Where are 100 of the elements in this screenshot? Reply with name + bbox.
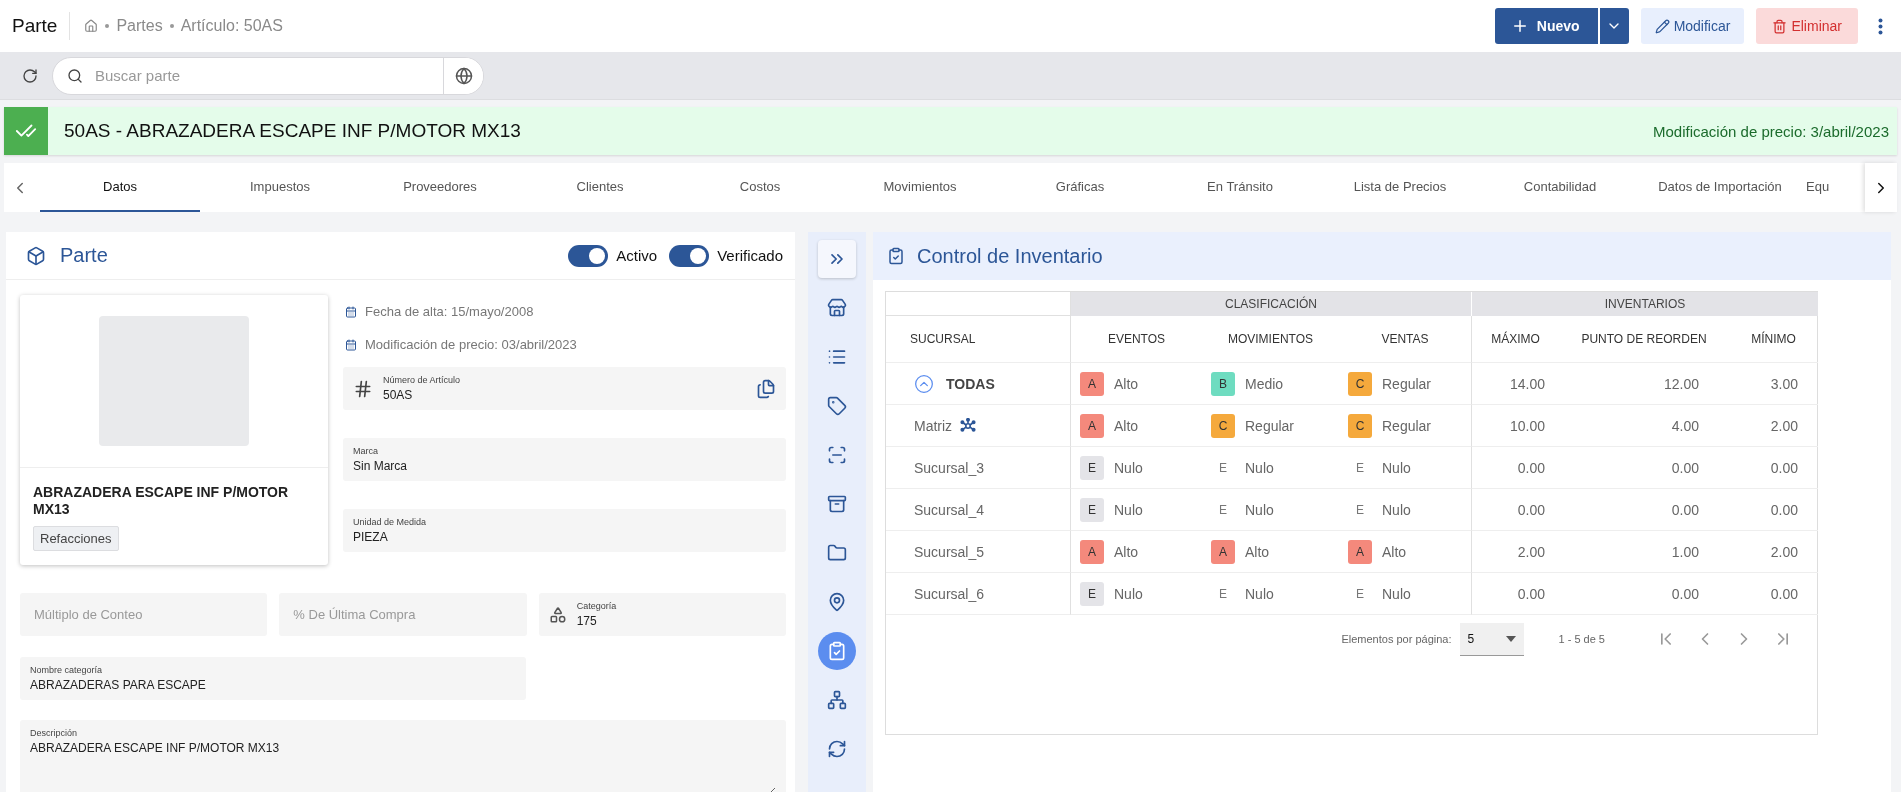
- class-label: Nulo: [1245, 501, 1274, 518]
- text-field[interactable]: Categoría 175: [538, 593, 786, 636]
- text-field[interactable]: Marca Sin Marca: [343, 438, 786, 481]
- tab[interactable]: Proveedores: [360, 163, 520, 212]
- input-field[interactable]: % De Última Compra: [279, 593, 527, 636]
- store-icon: [827, 298, 847, 318]
- double-chevron-button[interactable]: [818, 240, 856, 278]
- table-cell: 12.00: [1559, 363, 1729, 405]
- class-letter: E: [1355, 585, 1365, 603]
- search-input[interactable]: Buscar parte: [93, 66, 443, 85]
- table-cell: 0.00: [1559, 573, 1729, 615]
- scan-icon: [827, 445, 847, 465]
- globe-search-button[interactable]: [443, 57, 483, 94]
- class-label: Nulo: [1382, 585, 1411, 602]
- class-label: Medio: [1245, 375, 1284, 392]
- home-icon[interactable]: [84, 19, 99, 33]
- class-label: Alto: [1382, 543, 1407, 560]
- dropdown-button[interactable]: [1599, 8, 1629, 44]
- table-cell: 0.00: [1729, 447, 1818, 489]
- class-letter: E: [1218, 459, 1228, 477]
- class-label: Nulo: [1382, 501, 1411, 518]
- class-badge: C: [1348, 413, 1372, 438]
- tab[interactable]: Costos: [680, 163, 840, 212]
- class-label: Nulo: [1114, 459, 1143, 476]
- tab[interactable]: En Tránsito: [1160, 163, 1320, 212]
- table-cell: 14.00: [1472, 363, 1559, 405]
- tab[interactable]: Impuestos: [200, 163, 360, 212]
- class-badge: A: [1080, 413, 1104, 438]
- toggle-switch[interactable]: [568, 244, 609, 267]
- toggle-switch[interactable]: [669, 244, 710, 267]
- input-field[interactable]: Múltiplo de Conteo: [20, 593, 268, 636]
- breadcrumb-item[interactable]: Partes: [116, 17, 163, 35]
- sync-icon: [827, 739, 847, 759]
- toggle-label: Activo: [616, 247, 658, 264]
- class-letter: E: [1355, 459, 1365, 477]
- class-badge: C: [1348, 371, 1372, 396]
- archive-icon: [827, 494, 847, 514]
- tab[interactable]: Gráficas: [1000, 163, 1160, 212]
- clipboard-check-icon: [827, 641, 847, 661]
- card-title: Control de Inventario: [917, 244, 1103, 268]
- date-text: Fecha de alta: 15/mayo/2008: [365, 304, 534, 319]
- class-label: Alto: [1114, 543, 1139, 560]
- caret-icon: [1505, 635, 1516, 642]
- branch-name: Matriz: [914, 417, 953, 434]
- tab[interactable]: Lista de Precios: [1320, 163, 1480, 212]
- shapes-icon: [548, 605, 567, 624]
- delete-button[interactable]: Eliminar: [1756, 8, 1858, 44]
- description-input[interactable]: ABRAZADERA ESCAPE INF P/MOTOR MX13: [30, 741, 776, 792]
- class-badge: B: [1211, 371, 1235, 396]
- product-name: ABRAZADERA ESCAPE INF P/MOTOR MX13: [33, 484, 290, 518]
- branch-name: Sucursal_5: [914, 543, 985, 560]
- field-label: Categoría: [576, 601, 618, 611]
- tag-icon: [827, 396, 847, 416]
- class-label: Nulo: [1245, 459, 1274, 476]
- table-cell: 0.00: [1729, 573, 1818, 615]
- calendar-icon: [345, 305, 357, 318]
- folder-icon: [827, 543, 847, 563]
- column-header: MOVIMIENTOS: [1202, 316, 1339, 363]
- search-field[interactable]: Buscar parte: [52, 56, 484, 95]
- class-label: Nulo: [1114, 585, 1143, 602]
- page-title: Parte: [12, 12, 71, 40]
- class-badge: A: [1080, 539, 1104, 564]
- table-cell: 0.00: [1472, 489, 1559, 531]
- breadcrumb-item: Artículo: 50AS: [180, 17, 283, 35]
- copy-icon[interactable]: [756, 378, 776, 399]
- table-cell: 3.00: [1729, 363, 1818, 405]
- tab[interactable]: Contabilidad: [1480, 163, 1640, 212]
- class-badge: A: [1080, 371, 1104, 396]
- column-header: SUCURSAL: [886, 316, 1071, 363]
- new-button[interactable]: Nuevo: [1494, 8, 1598, 44]
- field-label: Número de Artículo: [383, 375, 462, 385]
- table-cell: 1.00: [1559, 531, 1729, 573]
- column-header: EVENTOS: [1071, 316, 1202, 363]
- tab[interactable]: Datos de Importación: [1640, 163, 1800, 212]
- text-field[interactable]: Nombre categoría ABRAZADERAS PARA ESCAPE: [20, 657, 526, 700]
- class-label: Regular: [1245, 417, 1295, 434]
- trash-icon: [1772, 18, 1788, 34]
- page-size-select[interactable]: 5: [1459, 622, 1524, 656]
- calendar-icon: [345, 338, 357, 351]
- text-field[interactable]: Número de Artículo 50AS: [343, 367, 786, 410]
- refresh-icon[interactable]: [22, 67, 38, 84]
- column-group-header: CLASIFICACIÓN: [1071, 292, 1472, 316]
- tab[interactable]: Movimientos: [840, 163, 1000, 212]
- clipboard-check-button[interactable]: [818, 632, 856, 670]
- tab[interactable]: Clientes: [520, 163, 680, 212]
- hub-icon: [960, 417, 977, 434]
- description-field[interactable]: Descripción ABRAZADERA ESCAPE INF P/MOTOR MX13: [20, 720, 786, 792]
- tab[interactable]: Equ: [1800, 163, 1836, 212]
- class-label: Alto: [1114, 417, 1139, 434]
- collapse-icon[interactable]: [914, 373, 934, 394]
- text-field[interactable]: Unidad de Medida PIEZA: [343, 509, 786, 552]
- branch-name: Sucursal_6: [914, 585, 985, 602]
- banner-title: 50AS - ABRAZADERA ESCAPE INF P/MOTOR MX13: [64, 120, 522, 142]
- table-cell: 4.00: [1559, 405, 1729, 447]
- tab[interactable]: Datos: [40, 163, 200, 212]
- table-cell: 0.00: [1472, 447, 1559, 489]
- edit-button[interactable]: Modificar: [1640, 8, 1745, 44]
- table-cell: 2.00: [1472, 531, 1559, 573]
- class-badge: E: [1080, 455, 1104, 480]
- double-check-icon: [4, 107, 48, 155]
